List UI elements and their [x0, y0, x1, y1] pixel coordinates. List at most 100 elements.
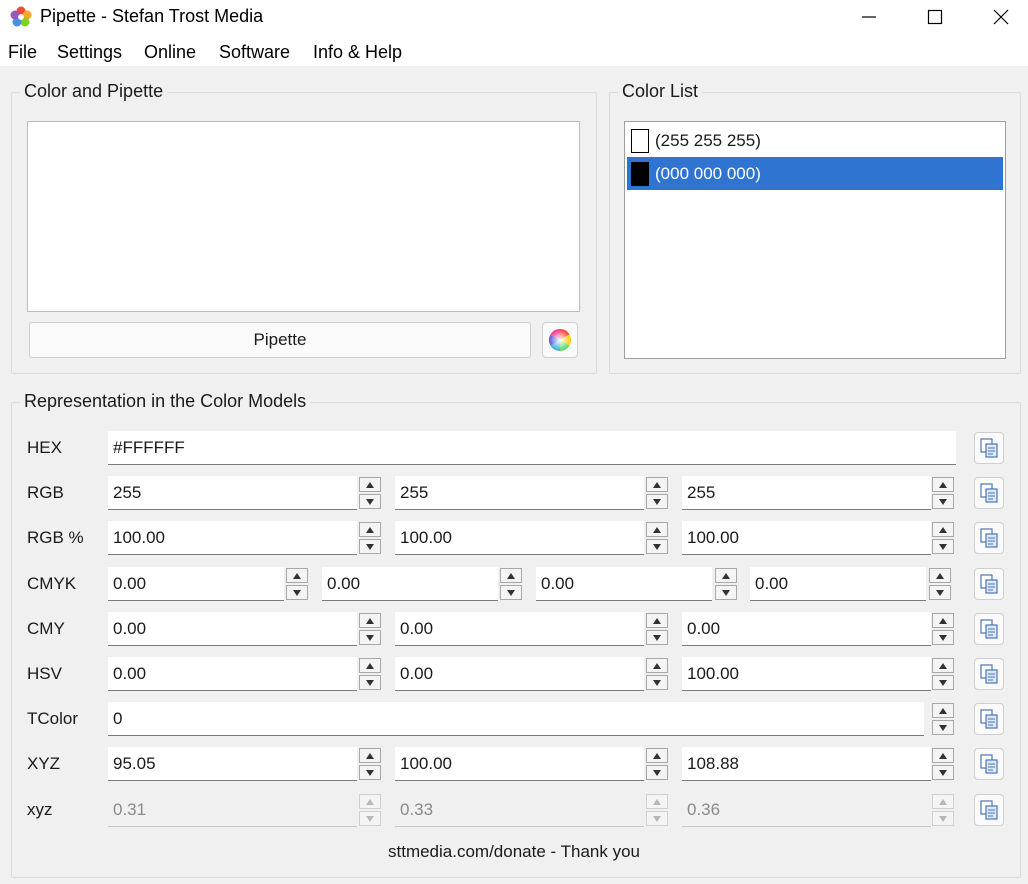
rgb-spinner-3[interactable]: [932, 476, 954, 510]
rgb-percent-field-2[interactable]: 100.00: [395, 521, 644, 555]
hsv-field-3[interactable]: 100.00: [682, 657, 931, 691]
spin-down-icon[interactable]: [359, 675, 381, 690]
spin-up-icon[interactable]: [359, 522, 381, 537]
cmy-field-2[interactable]: 0.00: [395, 612, 644, 646]
cmyk-field-3[interactable]: 0.00: [536, 567, 712, 601]
maximize-button[interactable]: [902, 0, 968, 34]
spin-down-icon[interactable]: [286, 585, 308, 600]
spin-up-icon[interactable]: [286, 568, 308, 583]
spin-up-icon[interactable]: [932, 658, 954, 673]
menu-online[interactable]: Online: [144, 42, 196, 63]
rgb-percent-spinner-3[interactable]: [932, 521, 954, 555]
spin-up-icon[interactable]: [646, 748, 668, 763]
spin-down-icon[interactable]: [932, 539, 954, 554]
spin-down-icon[interactable]: [646, 675, 668, 690]
tcolor-copy-button[interactable]: [974, 703, 1004, 735]
xyz-spinner-3[interactable]: [932, 747, 954, 781]
spin-up-icon[interactable]: [359, 748, 381, 763]
cmyk-field-1[interactable]: 0.00: [108, 567, 284, 601]
hsv-field-1[interactable]: 0.00: [108, 657, 357, 691]
rgb-field-3[interactable]: 255: [682, 476, 931, 510]
cmy-copy-button[interactable]: [974, 613, 1004, 645]
rgb-copy-button[interactable]: [974, 477, 1004, 509]
pipette-button[interactable]: Pipette: [29, 322, 531, 358]
rgb-field-1[interactable]: 255: [108, 476, 357, 510]
cmyk-spinner-3[interactable]: [715, 567, 737, 601]
spin-down-icon[interactable]: [932, 675, 954, 690]
hsv-spinner-2[interactable]: [646, 657, 668, 691]
spin-down-icon[interactable]: [646, 765, 668, 780]
spin-up-icon[interactable]: [359, 658, 381, 673]
spin-down-icon[interactable]: [359, 539, 381, 554]
xyz-spinner-2[interactable]: [646, 747, 668, 781]
spin-up-icon[interactable]: [646, 613, 668, 628]
menu-settings[interactable]: Settings: [57, 42, 122, 63]
spin-up-icon[interactable]: [359, 613, 381, 628]
hsv-copy-button[interactable]: [974, 658, 1004, 690]
spin-up-icon[interactable]: [929, 568, 951, 583]
spin-up-icon[interactable]: [932, 477, 954, 492]
cmyk-spinner-4[interactable]: [929, 567, 951, 601]
spin-up-icon[interactable]: [646, 522, 668, 537]
rgb-percent-spinner-1[interactable]: [359, 521, 381, 555]
hsv-field-2[interactable]: 0.00: [395, 657, 644, 691]
xyz-field-3[interactable]: 108.88: [682, 747, 931, 781]
spin-down-icon[interactable]: [932, 630, 954, 645]
spin-up-icon[interactable]: [932, 748, 954, 763]
color-picker-button[interactable]: [542, 322, 578, 358]
rgb-spinner-2[interactable]: [646, 476, 668, 510]
xyz-normalized-copy-button[interactable]: [974, 794, 1004, 826]
spin-down-icon[interactable]: [932, 765, 954, 780]
rgb-percent-field-1[interactable]: 100.00: [108, 521, 357, 555]
cmy-field-3[interactable]: 0.00: [682, 612, 931, 646]
donate-text[interactable]: sttmedia.com/donate - Thank you: [0, 842, 1028, 862]
spin-up-icon[interactable]: [500, 568, 522, 583]
rgb-spinner-1[interactable]: [359, 476, 381, 510]
spin-up-icon[interactable]: [359, 477, 381, 492]
rgb-percent-copy-button[interactable]: [974, 522, 1004, 554]
spin-down-icon[interactable]: [932, 494, 954, 509]
close-button[interactable]: [968, 0, 1028, 34]
cmy-spinner-1[interactable]: [359, 612, 381, 646]
tcolor-field-1[interactable]: 0: [108, 702, 924, 736]
spin-down-icon[interactable]: [359, 494, 381, 509]
cmyk-field-2[interactable]: 0.00: [322, 567, 498, 601]
cmyk-spinner-2[interactable]: [500, 567, 522, 601]
cmyk-spinner-1[interactable]: [286, 567, 308, 601]
spin-down-icon[interactable]: [646, 539, 668, 554]
hex-field-1[interactable]: #FFFFFF: [108, 431, 956, 465]
list-item[interactable]: (255 255 255): [627, 124, 1003, 157]
xyz-copy-button[interactable]: [974, 748, 1004, 780]
hsv-spinner-1[interactable]: [359, 657, 381, 691]
spin-up-icon[interactable]: [646, 477, 668, 492]
spin-down-icon[interactable]: [932, 720, 954, 735]
cmy-field-1[interactable]: 0.00: [108, 612, 357, 646]
spin-up-icon[interactable]: [932, 613, 954, 628]
xyz-field-2[interactable]: 100.00: [395, 747, 644, 781]
xyz-field-1[interactable]: 95.05: [108, 747, 357, 781]
xyz-spinner-1[interactable]: [359, 747, 381, 781]
cmy-spinner-3[interactable]: [932, 612, 954, 646]
rgb-percent-spinner-2[interactable]: [646, 521, 668, 555]
spin-down-icon[interactable]: [646, 494, 668, 509]
spin-down-icon[interactable]: [646, 630, 668, 645]
rgb-percent-field-3[interactable]: 100.00: [682, 521, 931, 555]
minimize-button[interactable]: [836, 0, 902, 34]
spin-down-icon[interactable]: [715, 585, 737, 600]
menu-info-help[interactable]: Info & Help: [313, 42, 402, 63]
spin-down-icon[interactable]: [359, 630, 381, 645]
color-list[interactable]: (255 255 255) (000 000 000): [624, 121, 1006, 359]
hex-copy-button[interactable]: [974, 432, 1004, 464]
cmy-spinner-2[interactable]: [646, 612, 668, 646]
list-item-selected[interactable]: (000 000 000): [627, 157, 1003, 190]
spin-up-icon[interactable]: [715, 568, 737, 583]
spin-down-icon[interactable]: [929, 585, 951, 600]
cmyk-copy-button[interactable]: [974, 568, 1004, 600]
menu-software[interactable]: Software: [219, 42, 290, 63]
menu-file[interactable]: File: [8, 42, 37, 63]
rgb-field-2[interactable]: 255: [395, 476, 644, 510]
spin-down-icon[interactable]: [500, 585, 522, 600]
hsv-spinner-3[interactable]: [932, 657, 954, 691]
spin-up-icon[interactable]: [932, 522, 954, 537]
spin-up-icon[interactable]: [932, 703, 954, 718]
